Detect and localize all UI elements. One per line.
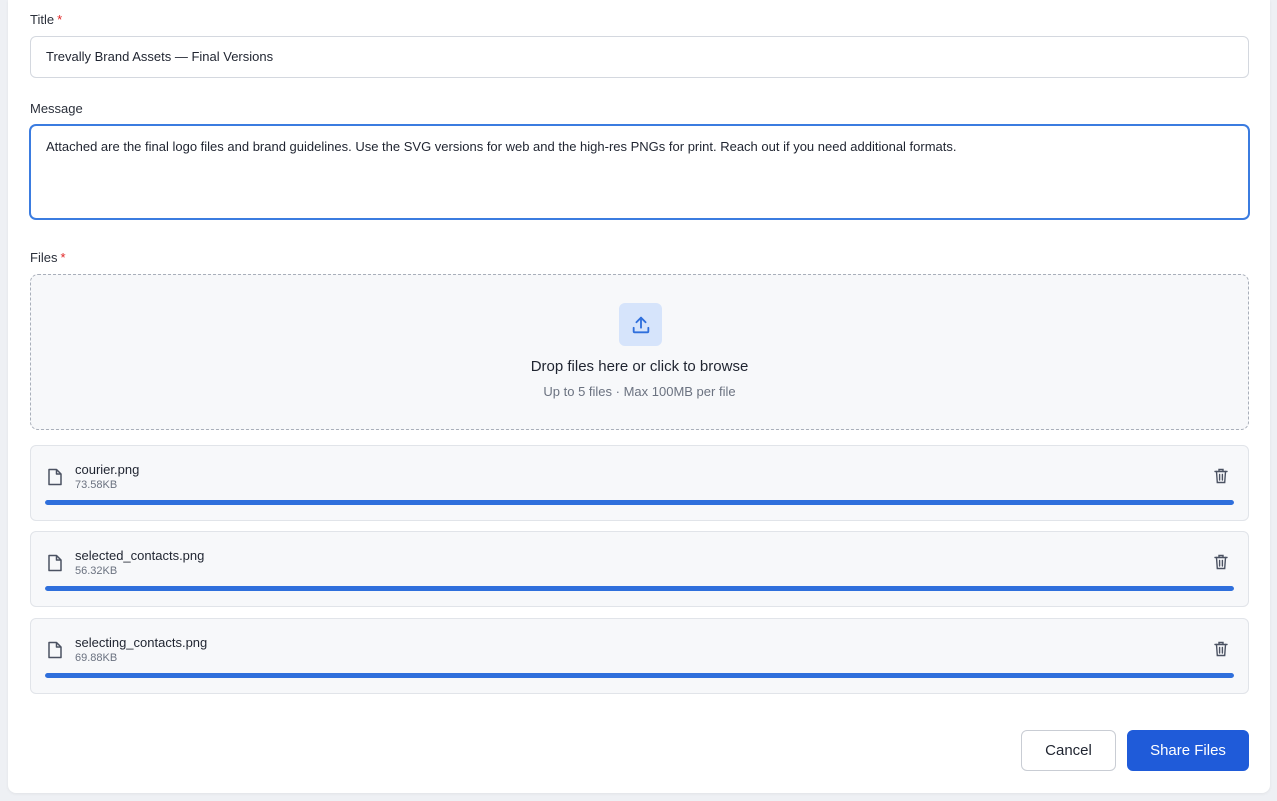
dropzone-subtitle: Up to 5 files · Max 100MB per file bbox=[543, 384, 736, 399]
file-item: selected_contacts.png 56.32KB bbox=[30, 531, 1249, 607]
files-label: Files * bbox=[30, 250, 66, 265]
files-label-text: Files bbox=[30, 250, 58, 265]
file-dropzone[interactable]: Drop files here or click to browse Up to… bbox=[30, 274, 1249, 430]
file-name: selecting_contacts.png bbox=[75, 635, 208, 650]
title-input[interactable]: Trevally Brand Assets — Final Versions bbox=[30, 36, 1249, 78]
upload-progress-fill bbox=[45, 586, 1234, 591]
required-mark: * bbox=[60, 250, 66, 265]
upload-progress-bar bbox=[45, 673, 1234, 678]
title-label-text: Title bbox=[30, 12, 55, 27]
file-name: selected_contacts.png bbox=[75, 548, 205, 563]
trash-icon[interactable] bbox=[1214, 641, 1228, 662]
message-label: Message bbox=[30, 101, 83, 116]
dropzone-title: Drop files here or click to browse bbox=[530, 358, 749, 375]
trash-icon[interactable] bbox=[1214, 468, 1228, 489]
message-textarea[interactable]: Attached are the final logo files and br… bbox=[29, 124, 1250, 220]
file-size: 69.88KB bbox=[75, 652, 118, 664]
share-files-button[interactable]: Share Files bbox=[1127, 730, 1249, 771]
upload-icon bbox=[619, 303, 662, 346]
upload-progress-bar bbox=[45, 586, 1234, 591]
upload-progress-bar bbox=[45, 500, 1234, 505]
file-icon bbox=[47, 641, 63, 664]
file-item: selecting_contacts.png 69.88KB bbox=[30, 618, 1249, 694]
file-size: 73.58KB bbox=[75, 479, 118, 491]
file-size: 56.32KB bbox=[75, 565, 118, 577]
file-icon bbox=[47, 554, 63, 577]
cancel-button[interactable]: Cancel bbox=[1021, 730, 1116, 771]
upload-progress-fill bbox=[45, 673, 1234, 678]
title-label: Title * bbox=[30, 12, 62, 27]
file-icon bbox=[47, 468, 63, 491]
trash-icon[interactable] bbox=[1214, 554, 1228, 575]
upload-progress-fill bbox=[45, 500, 1234, 505]
file-name: courier.png bbox=[75, 462, 140, 477]
file-item: courier.png 73.58KB bbox=[30, 445, 1249, 521]
share-files-form: Title * Trevally Brand Assets — Final Ver… bbox=[8, 0, 1270, 793]
required-mark: * bbox=[57, 12, 63, 27]
